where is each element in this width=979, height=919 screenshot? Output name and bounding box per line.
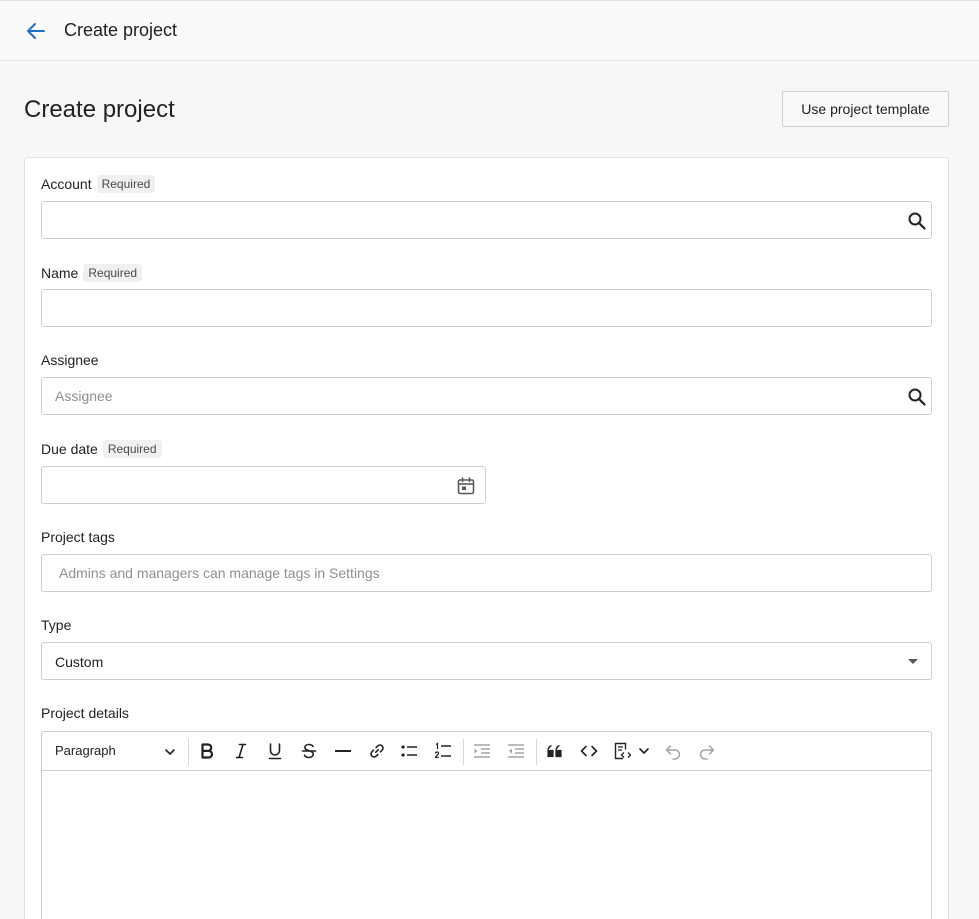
assignee-label: Assignee xyxy=(41,352,99,368)
name-field[interactable] xyxy=(41,289,932,327)
editor-toolbar: Paragraph xyxy=(42,732,931,771)
due-date-label: Due date Required xyxy=(41,440,162,458)
blockquote-icon[interactable] xyxy=(545,741,565,761)
redo-icon[interactable] xyxy=(697,741,717,761)
underline-icon[interactable] xyxy=(265,741,285,761)
code-block-icon[interactable] xyxy=(612,741,632,761)
back-arrow-icon[interactable] xyxy=(24,19,48,43)
name-input[interactable] xyxy=(42,290,931,326)
project-tags-field[interactable] xyxy=(41,554,932,592)
numbered-list-icon[interactable] xyxy=(433,741,453,761)
assignee-field[interactable] xyxy=(41,377,932,415)
account-label: Account Required xyxy=(41,175,156,193)
required-badge: Required xyxy=(96,175,156,193)
toolbar-divider xyxy=(188,739,189,765)
project-tags-label: Project tags xyxy=(41,529,115,545)
outdent-icon[interactable] xyxy=(506,741,526,761)
topbar-title: Create project xyxy=(64,20,178,40)
toolbar-divider xyxy=(536,739,537,765)
account-input[interactable] xyxy=(42,202,931,238)
project-details-label: Project details xyxy=(41,705,129,721)
toolbar-divider xyxy=(463,739,464,765)
type-select-value: Custom xyxy=(55,654,104,670)
top-bar: Create project xyxy=(0,0,979,61)
page-title: Create project xyxy=(24,96,175,123)
horizontal-rule-icon[interactable] xyxy=(333,741,353,761)
type-select[interactable]: Custom xyxy=(41,642,932,680)
code-icon[interactable] xyxy=(579,741,599,761)
type-label: Type xyxy=(41,617,72,633)
undo-icon[interactable] xyxy=(663,741,683,761)
block-style-select[interactable]: Paragraph xyxy=(55,743,116,758)
required-badge: Required xyxy=(83,264,143,282)
project-details-editor[interactable]: Paragraph xyxy=(41,731,932,919)
indent-icon[interactable] xyxy=(472,741,492,761)
chevron-down-icon[interactable] xyxy=(163,745,177,759)
chevron-down-icon[interactable] xyxy=(637,741,651,761)
due-date-field[interactable] xyxy=(41,466,486,504)
bulleted-list-icon[interactable] xyxy=(399,741,419,761)
calendar-icon[interactable] xyxy=(456,476,476,496)
search-icon[interactable] xyxy=(907,387,927,407)
due-date-input[interactable] xyxy=(42,467,485,503)
strikethrough-icon[interactable] xyxy=(299,741,319,761)
use-project-template-button[interactable]: Use project template xyxy=(782,91,949,127)
link-icon[interactable] xyxy=(367,741,387,761)
project-tags-input[interactable] xyxy=(42,555,931,591)
dropdown-caret-icon xyxy=(908,659,918,664)
search-icon[interactable] xyxy=(907,211,927,231)
required-badge: Required xyxy=(102,440,162,458)
account-field[interactable] xyxy=(41,201,932,239)
name-label: Name Required xyxy=(41,264,143,282)
bold-icon[interactable] xyxy=(197,741,217,761)
assignee-input[interactable] xyxy=(42,378,931,414)
italic-icon[interactable] xyxy=(231,741,251,761)
